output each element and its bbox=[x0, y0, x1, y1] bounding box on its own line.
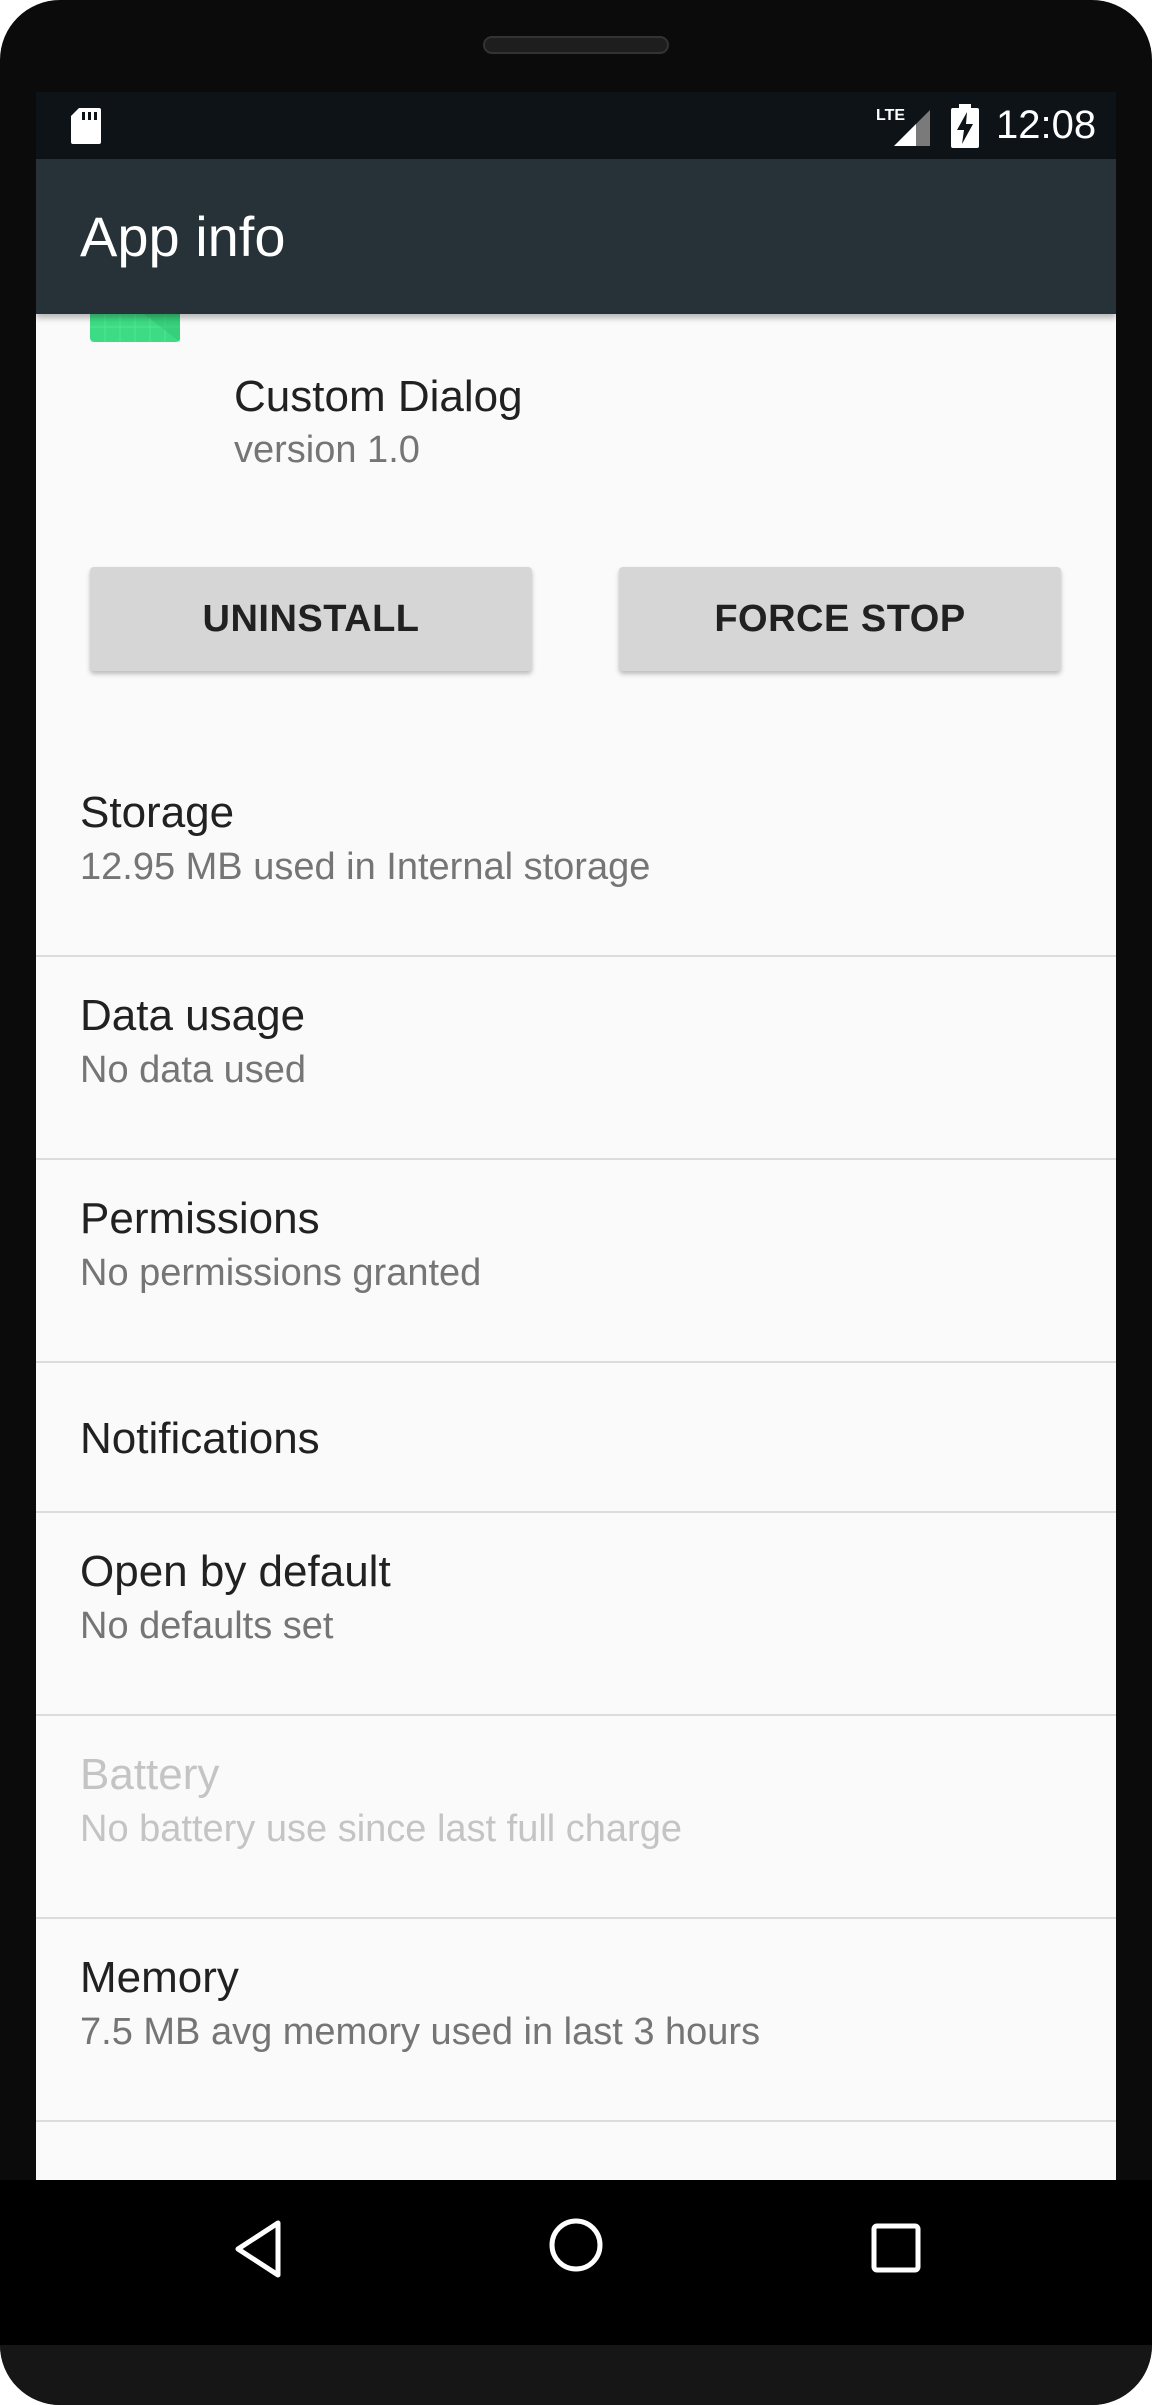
battery-charging-icon bbox=[951, 104, 979, 148]
pref-title: Permissions bbox=[80, 1194, 320, 1243]
status-clock: 12:08 bbox=[996, 103, 1097, 147]
back-icon[interactable] bbox=[228, 2217, 288, 2281]
earpiece-speaker bbox=[483, 36, 669, 54]
screen: LTE 12:08 App info Custom Dialog version… bbox=[36, 92, 1116, 2180]
pref-battery: Battery No battery use since last full c… bbox=[36, 1716, 1116, 1919]
page-title: App info bbox=[80, 205, 286, 268]
lte-signal-icon: LTE bbox=[876, 107, 930, 146]
recents-icon[interactable] bbox=[870, 2222, 922, 2274]
pref-title: Open by default bbox=[80, 1547, 391, 1596]
device-chin bbox=[0, 2345, 1152, 2405]
pref-title: Storage bbox=[80, 788, 235, 837]
pref-summary: 7.5 MB avg memory used in last 3 hours bbox=[80, 2011, 761, 2053]
home-icon[interactable] bbox=[548, 2217, 604, 2273]
status-bar: LTE 12:08 bbox=[36, 92, 1116, 159]
pref-summary: No permissions granted bbox=[80, 1252, 482, 1294]
pref-data-usage[interactable]: Data usage No data used bbox=[36, 957, 1116, 1160]
pref-summary: 12.95 MB used in Internal storage bbox=[80, 846, 651, 888]
app-bar: App info bbox=[36, 159, 1116, 314]
pref-storage[interactable]: Storage 12.95 MB used in Internal storag… bbox=[36, 754, 1116, 957]
pref-memory[interactable]: Memory 7.5 MB avg memory used in last 3 … bbox=[36, 1919, 1116, 2122]
pref-title: Notifications bbox=[80, 1414, 320, 1463]
pref-title: Data usage bbox=[80, 991, 306, 1040]
uninstall-button[interactable]: UNINSTALL bbox=[90, 567, 532, 671]
device-frame: LTE 12:08 App info Custom Dialog version… bbox=[0, 0, 1152, 2405]
app-version: version 1.0 bbox=[234, 429, 420, 471]
pref-title: Battery bbox=[80, 1750, 220, 1799]
pref-summary: No battery use since last full charge bbox=[80, 1808, 682, 1850]
pref-title: Memory bbox=[80, 1953, 239, 2002]
pref-open-by-default[interactable]: Open by default No defaults set bbox=[36, 1513, 1116, 1716]
navigation-bar bbox=[0, 2180, 1152, 2345]
pref-permissions[interactable]: Permissions No permissions granted bbox=[36, 1160, 1116, 1363]
sd-card-icon bbox=[71, 108, 101, 144]
pref-notifications[interactable]: Notifications bbox=[36, 1363, 1116, 1513]
force-stop-button[interactable]: FORCE STOP bbox=[619, 567, 1061, 671]
app-name: Custom Dialog bbox=[234, 372, 523, 421]
lte-label: LTE bbox=[876, 107, 905, 124]
pref-summary: No data used bbox=[80, 1049, 307, 1091]
pref-summary: No defaults set bbox=[80, 1605, 334, 1647]
